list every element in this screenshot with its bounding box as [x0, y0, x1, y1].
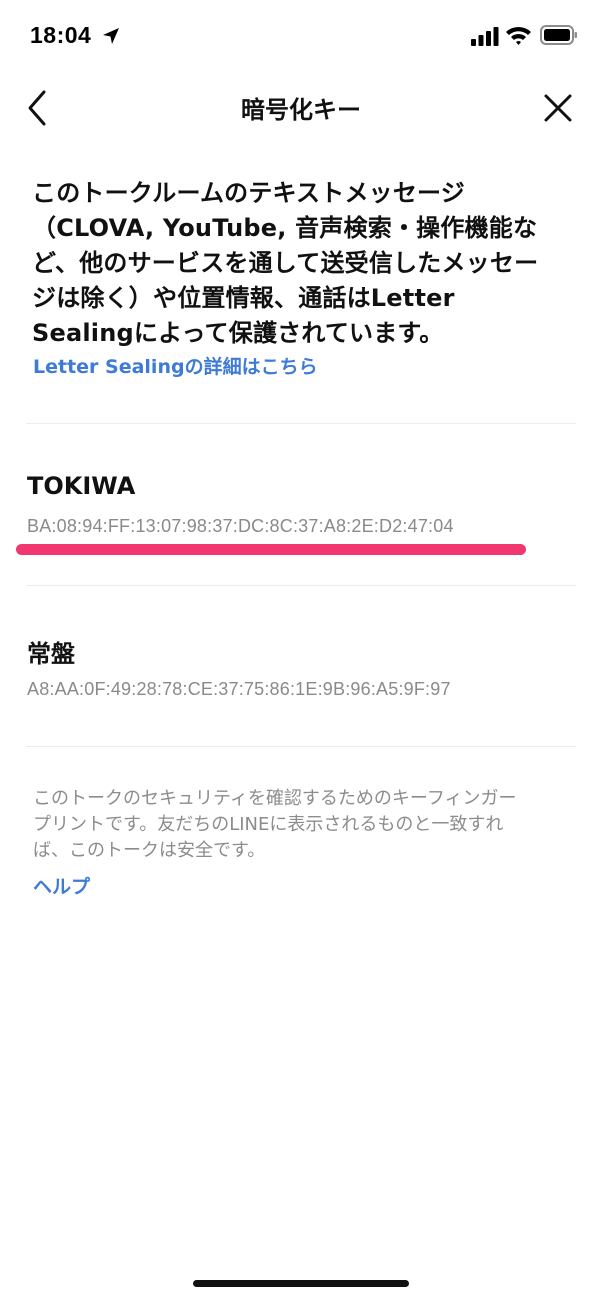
description-line: （CLOVA, YouTube, 音声検索・操作機能な [32, 214, 538, 242]
location-arrow-icon [100, 25, 122, 47]
explanation-line: ば、このトークは安全です。 [33, 840, 266, 861]
explanation-line: このトークのセキュリティを確認するためのキーフィンガー [33, 788, 517, 809]
divider [26, 423, 576, 424]
close-button[interactable] [538, 88, 578, 128]
letter-sealing-details-link[interactable]: Letter Sealingの詳細はこちら [33, 352, 318, 379]
fingerprint-explanation: このトークのセキュリティを確認するためのキーフィンガー プリントです。友だちのL… [33, 786, 573, 864]
explanation-line: プリントです。友だちのLINEに表示されるものと一致すれ [33, 814, 504, 835]
key-owner-name: TOKIWA [27, 472, 136, 500]
close-icon [544, 94, 572, 122]
help-link[interactable]: ヘルプ [33, 872, 90, 899]
divider [26, 746, 576, 747]
status-time: 18:04 [30, 22, 92, 48]
highlight-underline [16, 544, 526, 555]
description-line: ジは除く）や位置情報、通話はLetter [32, 284, 455, 312]
wifi-icon [505, 25, 532, 46]
battery-icon [540, 24, 578, 46]
key-fingerprint: BA:08:94:FF:13:07:98:37:DC:8C:37:A8:2E:D… [27, 516, 454, 536]
navigation-header: 暗号化キー [0, 72, 602, 142]
page-title: 暗号化キー [241, 96, 361, 124]
divider [26, 585, 576, 586]
description-line: このトークルームのテキストメッセージ [32, 179, 465, 207]
encryption-key-screen: 18:04 暗号化キー このトークルームのテキストメッセージ （CLOVA, Y… [0, 0, 602, 1303]
key-fingerprint: A8:AA:0F:49:28:78:CE:37:75:86:1E:9B:96:A… [27, 679, 451, 699]
status-bar: 18:04 [0, 0, 602, 72]
description-line: ど、他のサービスを通して送受信したメッセー [32, 249, 539, 277]
key-owner-name: 常盤 [27, 640, 75, 668]
description-line: Sealingによって保護されています。 [32, 319, 444, 347]
home-indicator[interactable] [193, 1280, 409, 1287]
letter-sealing-description: このトークルームのテキストメッセージ （CLOVA, YouTube, 音声検索… [32, 176, 577, 351]
cellular-signal-icon [471, 27, 499, 46]
